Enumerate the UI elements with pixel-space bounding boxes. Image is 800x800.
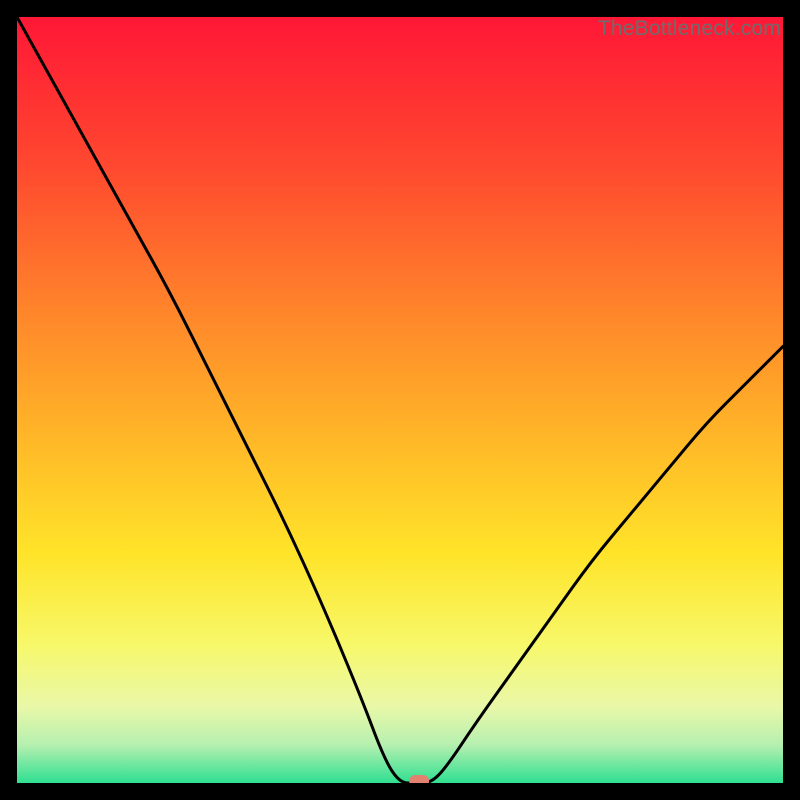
chart-svg: [17, 17, 783, 783]
chart-background: [17, 17, 783, 783]
watermark-text: TheBottleneck.com: [598, 17, 781, 41]
optimal-marker: [409, 775, 429, 783]
chart-frame: TheBottleneck.com: [17, 17, 783, 783]
